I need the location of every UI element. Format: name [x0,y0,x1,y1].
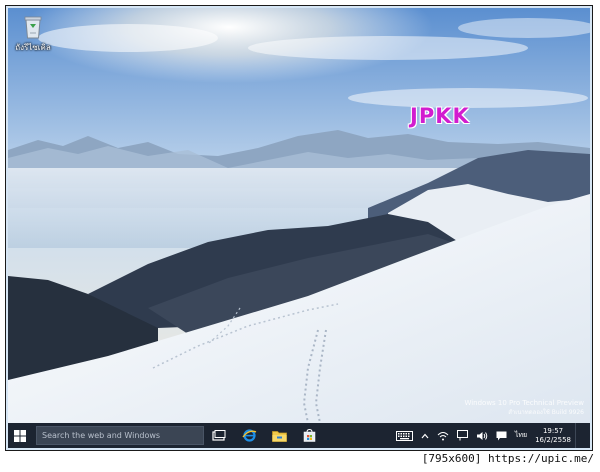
desktop[interactable]: ถังรีไซเคิล JPKK Windows 10 Pro Technica… [8,8,590,423]
system-tray: ไทย 19:57 16/2/2558 [392,423,590,448]
clock[interactable]: 19:57 16/2/2558 [531,427,575,445]
screenshot-frame: ถังรีไซเคิล JPKK Windows 10 Pro Technica… [5,5,593,451]
chevron-up-icon [421,433,429,438]
search-placeholder: Search the web and Windows [42,431,161,440]
notifications-button[interactable] [492,423,511,448]
language-indicator[interactable]: ไทย [511,423,531,448]
start-button[interactable] [8,423,32,448]
image-caption: [795x600] https://upic.me/ [421,452,594,465]
task-view-icon [212,430,226,441]
windows-logo-icon [14,429,26,442]
action-icon [456,430,468,441]
taskbar: Search the web and Windows ไทย 19:57 16/… [8,423,590,448]
task-view-button[interactable] [204,423,234,448]
file-explorer-icon [271,430,287,442]
volume-button[interactable] [472,423,492,448]
network-icon [437,431,449,440]
clock-date: 16/2/2558 [535,435,571,444]
internet-explorer-icon [241,429,256,442]
clock-time: 19:57 [542,426,564,435]
internet-explorer-button[interactable] [234,423,264,448]
touch-keyboard-button[interactable] [392,423,417,448]
recycle-bin-label: ถังรีไซเคิล [15,43,51,52]
windows-build-watermark: Windows 10 Pro Technical Preview สำเนาทด… [464,399,584,417]
watermark-edition: Windows 10 Pro Technical Preview [464,399,584,407]
watermark-build: สำเนาทดลองใช้ Build 9926 [508,409,584,416]
keyboard-icon [395,430,413,441]
message-icon [496,431,507,440]
brand-watermark: JPKK [410,104,470,128]
wallpaper [8,8,590,423]
recycle-bin-icon [22,14,44,40]
network-button[interactable] [433,423,453,448]
store-button[interactable] [294,423,324,448]
show-desktop-button[interactable] [575,423,590,448]
volume-icon [476,431,488,440]
file-explorer-button[interactable] [264,423,294,448]
action-center-flag-button[interactable] [453,423,472,448]
store-icon [303,429,315,442]
search-box[interactable]: Search the web and Windows [36,426,204,445]
show-hidden-icons-button[interactable] [417,423,433,448]
recycle-bin[interactable]: ถังรีไซเคิล [13,14,53,54]
